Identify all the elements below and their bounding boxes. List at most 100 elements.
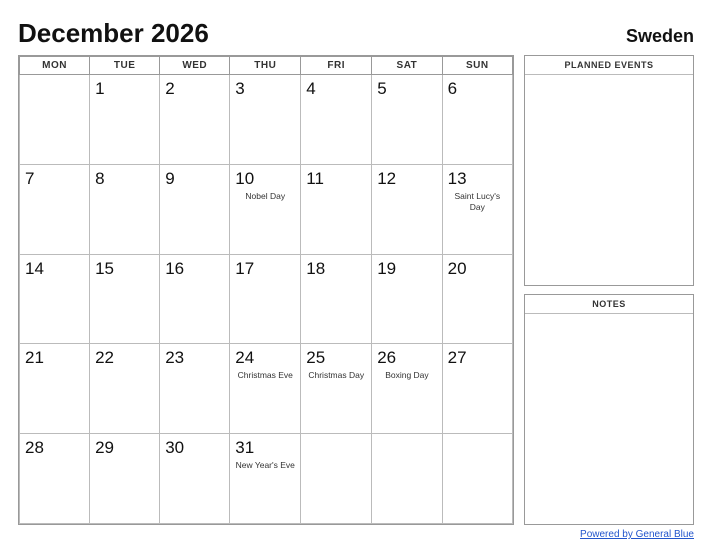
planned-events-title: PLANNED EVENTS <box>525 56 693 75</box>
day-number: 23 <box>165 348 224 368</box>
week-row-2: 789 10 Nobel Day 11 12 13Saint Lucy's Day <box>20 164 513 254</box>
day-number: 22 <box>95 348 154 368</box>
calendar-cell: 16 <box>160 254 230 344</box>
calendar-cell: 1 <box>90 75 160 165</box>
calendar-cell: 6 <box>442 75 512 165</box>
calendar-cell: 8 <box>90 164 160 254</box>
weekday-header-mon: MON <box>20 57 90 75</box>
calendar-cell: 12 <box>372 164 442 254</box>
calendar-cell: 25 Christmas Day <box>301 344 372 434</box>
day-number: 6 <box>448 79 507 99</box>
event-label: Boxing Day <box>377 370 436 381</box>
day-number: 26 <box>377 348 436 368</box>
weekday-header-thu: THU <box>230 57 301 75</box>
day-number: 20 <box>448 259 507 279</box>
calendar-section: MONTUEWEDTHUFRISATSUN 12345678910Nobel D… <box>18 55 514 525</box>
notes-box: NOTES <box>524 294 694 525</box>
page: December 2026 Sweden MONTUEWEDTHUFRISATS… <box>0 0 712 550</box>
calendar-cell: 22 <box>90 344 160 434</box>
calendar-cell: 3 <box>230 75 301 165</box>
calendar-grid: MONTUEWEDTHUFRISATSUN 12345678910Nobel D… <box>19 56 513 524</box>
calendar-cell: 13Saint Lucy's Day <box>442 164 512 254</box>
day-number: 19 <box>377 259 436 279</box>
calendar-cell: 2 <box>160 75 230 165</box>
calendar-cell: 24 Christmas Eve <box>230 344 301 434</box>
calendar-cell: 29 <box>90 434 160 524</box>
footer: Powered by General Blue <box>18 529 694 540</box>
calendar-cell: 7 <box>20 164 90 254</box>
day-number: 9 <box>165 169 224 189</box>
calendar-cell: 27 <box>442 344 512 434</box>
week-row-1: 123456 <box>20 75 513 165</box>
calendar-cell: 19 <box>372 254 442 344</box>
day-number: 30 <box>165 438 224 458</box>
event-label: New Year's Eve <box>235 460 295 471</box>
day-number: 12 <box>377 169 436 189</box>
calendar-cell: 18 <box>301 254 372 344</box>
day-number: 4 <box>306 79 366 99</box>
notes-title: NOTES <box>525 295 693 314</box>
weekday-header-row: MONTUEWEDTHUFRISATSUN <box>20 57 513 75</box>
day-number: 25 <box>306 348 366 368</box>
day-number: 10 <box>235 169 295 189</box>
weekday-header-sat: SAT <box>372 57 442 75</box>
calendar-cell: 17 <box>230 254 301 344</box>
weekday-header-wed: WED <box>160 57 230 75</box>
calendar-cell: 5 <box>372 75 442 165</box>
header: December 2026 Sweden <box>18 18 694 49</box>
calendar-cell: 4 <box>301 75 372 165</box>
country-label: Sweden <box>626 26 694 47</box>
event-label: Nobel Day <box>235 191 295 202</box>
event-label: Saint Lucy's Day <box>448 191 507 213</box>
calendar-title: December 2026 <box>18 18 209 49</box>
week-row-3: 14 15 16 17 18 19 20 <box>20 254 513 344</box>
calendar-cell: 31New Year's Eve <box>230 434 301 524</box>
calendar-cell: 28 <box>20 434 90 524</box>
calendar-cell: 9 <box>160 164 230 254</box>
day-number: 3 <box>235 79 295 99</box>
event-label: Christmas Eve <box>235 370 295 381</box>
day-number: 1 <box>95 79 154 99</box>
day-number: 27 <box>448 348 507 368</box>
powered-by-link[interactable]: Powered by General Blue <box>580 529 694 540</box>
calendar-cell: 21 <box>20 344 90 434</box>
planned-events-box: PLANNED EVENTS <box>524 55 694 286</box>
day-number: 8 <box>95 169 154 189</box>
day-number: 21 <box>25 348 84 368</box>
event-label: Christmas Day <box>306 370 366 381</box>
week-row-5: 28 29 30 31New Year's Eve <box>20 434 513 524</box>
calendar-cell <box>301 434 372 524</box>
day-number: 17 <box>235 259 295 279</box>
calendar-cell: 20 <box>442 254 512 344</box>
calendar-cell: 11 <box>301 164 372 254</box>
day-number: 7 <box>25 169 84 189</box>
day-number: 14 <box>25 259 84 279</box>
calendar-cell <box>372 434 442 524</box>
calendar-cell: 30 <box>160 434 230 524</box>
calendar-cell <box>442 434 512 524</box>
day-number: 13 <box>448 169 507 189</box>
weekday-header-tue: TUE <box>90 57 160 75</box>
week-row-4: 21 22 23 24 Christmas Eve 25 Christmas Day 26 Bo… <box>20 344 513 434</box>
calendar-cell <box>20 75 90 165</box>
calendar-cell: 14 <box>20 254 90 344</box>
planned-events-content <box>525 75 693 285</box>
day-number: 5 <box>377 79 436 99</box>
calendar-cell: 15 <box>90 254 160 344</box>
main-content: MONTUEWEDTHUFRISATSUN 12345678910Nobel D… <box>18 55 694 525</box>
day-number: 16 <box>165 259 224 279</box>
day-number: 18 <box>306 259 366 279</box>
day-number: 11 <box>306 169 366 189</box>
calendar-cell: 26 Boxing Day <box>372 344 442 434</box>
day-number: 2 <box>165 79 224 99</box>
weekday-header-fri: FRI <box>301 57 372 75</box>
sidebar: PLANNED EVENTS NOTES <box>524 55 694 525</box>
notes-content <box>525 314 693 524</box>
day-number: 28 <box>25 438 84 458</box>
day-number: 15 <box>95 259 154 279</box>
day-number: 24 <box>235 348 295 368</box>
calendar-cell: 10 Nobel Day <box>230 164 301 254</box>
weekday-header-sun: SUN <box>442 57 512 75</box>
calendar-cell: 23 <box>160 344 230 434</box>
day-number: 29 <box>95 438 154 458</box>
